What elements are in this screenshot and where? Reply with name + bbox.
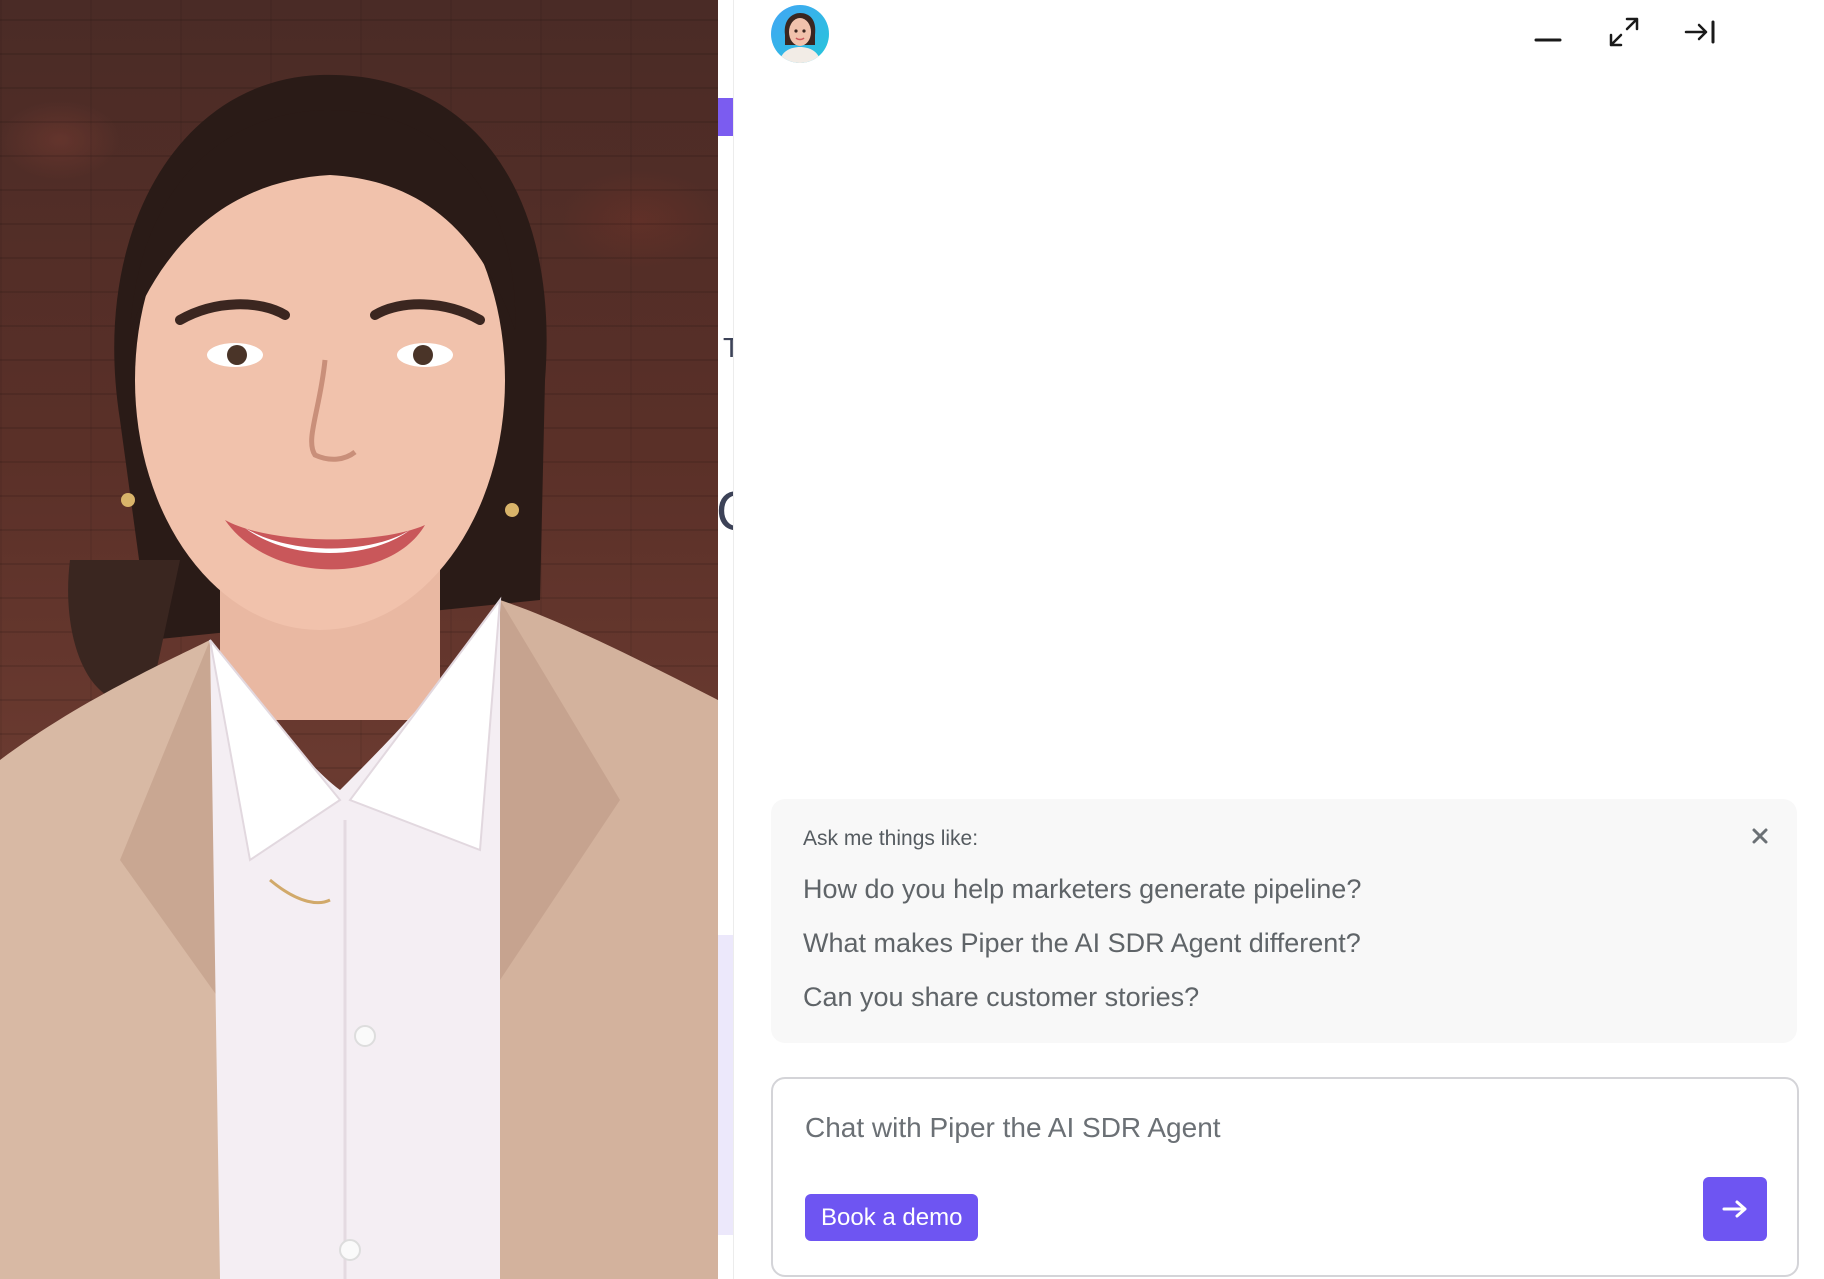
agent-avatar[interactable] [771, 5, 829, 63]
arrow-right-icon [1722, 1200, 1747, 1218]
expand-button[interactable] [1604, 12, 1644, 52]
minimize-button[interactable] [1528, 12, 1568, 52]
chat-input[interactable] [803, 1107, 1707, 1149]
chat-composer: Book a demo [771, 1077, 1799, 1277]
suggestion-item[interactable]: Can you share customer stories? [803, 982, 1199, 1013]
suggestion-item[interactable]: What makes Piper the AI SDR Agent differ… [803, 928, 1361, 959]
suggestions-card: Ask me things like: How do you help mark… [771, 799, 1797, 1043]
collapse-panel-button[interactable] [1680, 12, 1720, 52]
avatar-image [779, 13, 821, 63]
expand-icon [1609, 17, 1639, 47]
presenter-video [0, 0, 718, 1279]
close-icon [1752, 828, 1768, 844]
collapse-right-icon [1684, 20, 1715, 44]
send-button[interactable] [1703, 1177, 1767, 1241]
book-demo-button[interactable]: Book a demo [805, 1194, 979, 1241]
presenter-figure [0, 74, 718, 1279]
close-suggestions-button[interactable] [1745, 821, 1775, 851]
minimize-icon [1534, 38, 1562, 42]
suggestion-item[interactable]: How do you help marketers generate pipel… [803, 874, 1361, 905]
chat-panel: Ask me things like: How do you help mark… [734, 0, 1824, 1279]
suggestions-heading: Ask me things like: [803, 827, 979, 850]
